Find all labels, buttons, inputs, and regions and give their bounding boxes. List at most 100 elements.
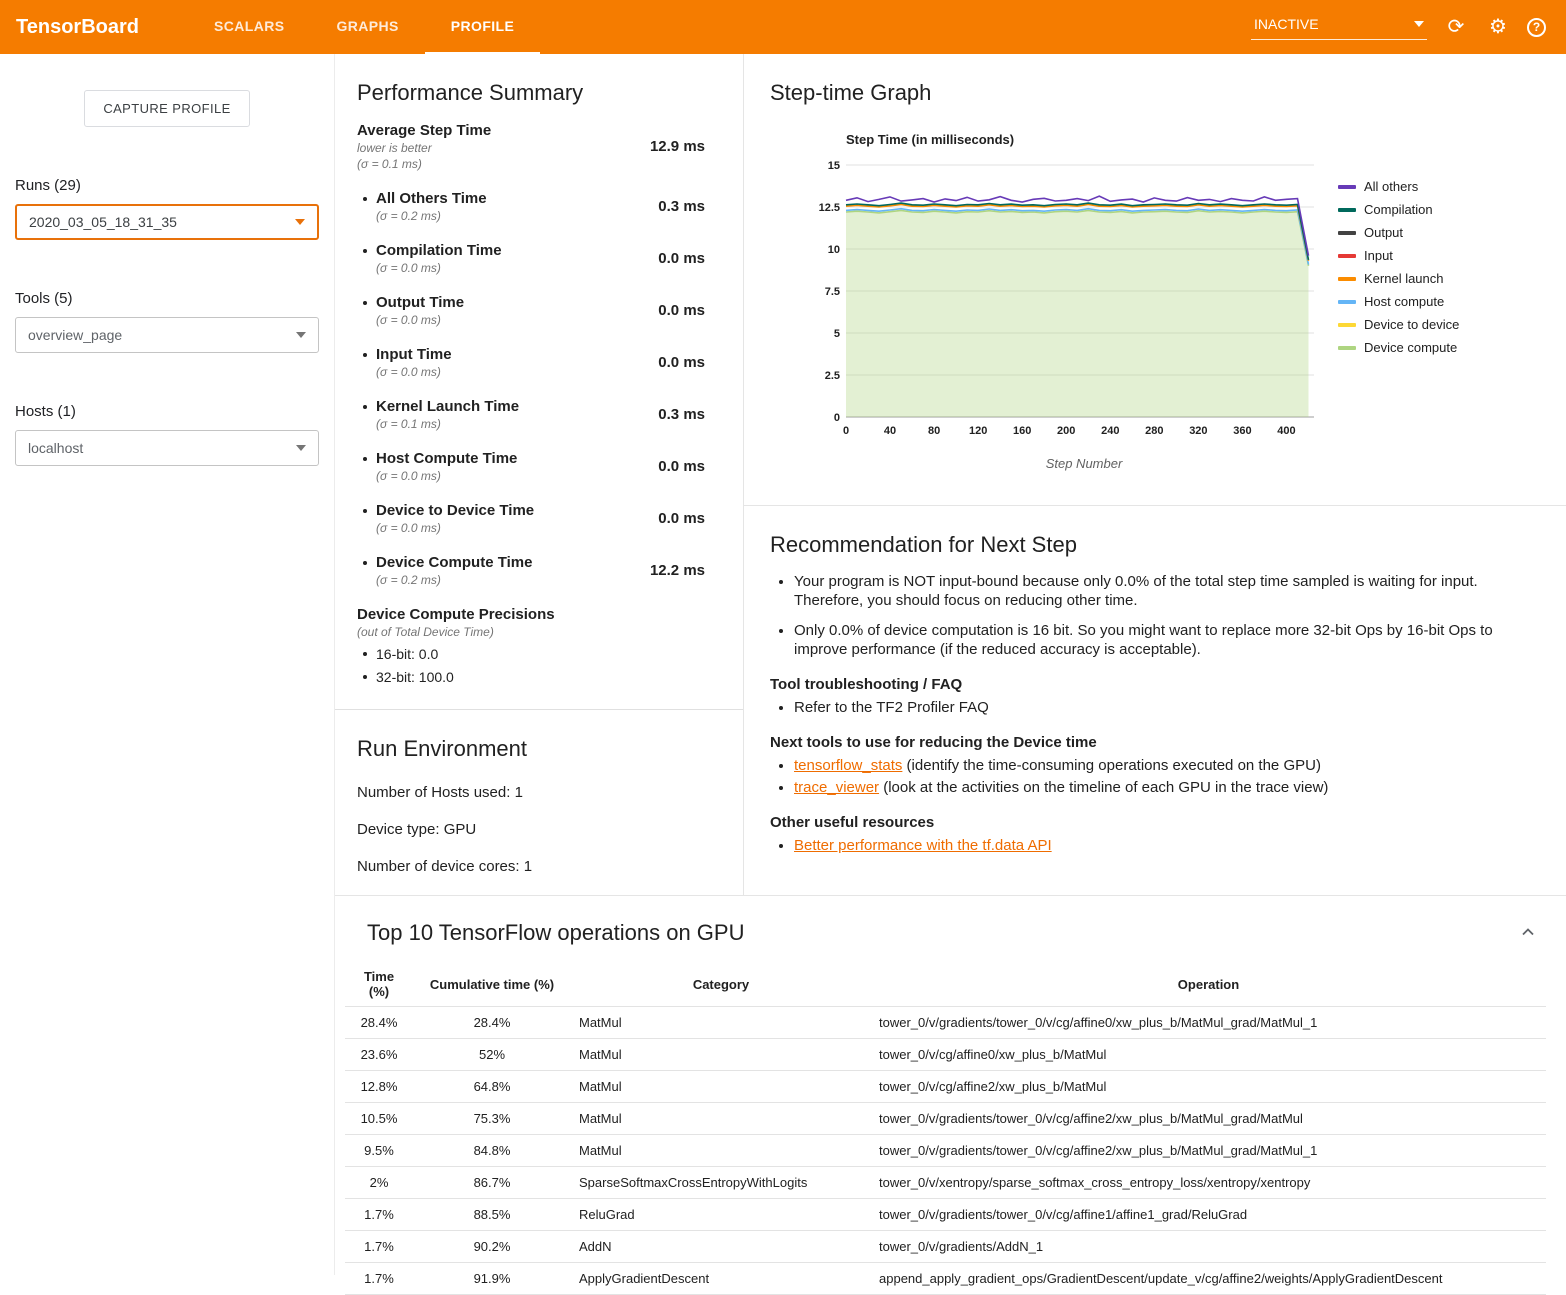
svg-text:120: 120	[969, 425, 987, 437]
recommendation-title: Recommendation for Next Step	[770, 532, 1520, 558]
hosts-dropdown[interactable]: localhost	[15, 430, 319, 466]
recommendation-link[interactable]: tensorflow_stats	[794, 757, 902, 774]
cell-operation: tower_0/v/cg/affine0/xw_plus_b/MatMul	[871, 1039, 1546, 1071]
cell-time: 10.5%	[345, 1103, 413, 1135]
metric-value: 0.0 ms	[658, 250, 705, 267]
svg-text:240: 240	[1101, 425, 1119, 437]
cell-operation: tower_0/v/gradients/tower_0/v/cg/affine0…	[871, 1007, 1546, 1039]
refresh-icon[interactable]: ⟳	[1443, 15, 1469, 39]
status-dropdown[interactable]: INACTIVE	[1251, 14, 1427, 40]
cell-category: ReluGrad	[571, 1199, 871, 1231]
svg-text:360: 360	[1233, 425, 1251, 437]
runs-label: Runs (29)	[15, 177, 334, 194]
help-icon[interactable]: ?	[1527, 18, 1546, 37]
svg-text:7.5: 7.5	[825, 286, 840, 298]
table-row: 1.7% 90.2% AddN tower_0/v/gradients/AddN…	[345, 1231, 1546, 1263]
cell-category: SparseSoftmaxCrossEntropyWithLogits	[571, 1167, 871, 1199]
table-row: 9.5% 84.8% MatMul tower_0/v/gradients/to…	[345, 1135, 1546, 1167]
metric-label: Device Compute Time	[376, 554, 532, 571]
tools-dropdown[interactable]: overview_page	[15, 317, 319, 353]
svg-text:12.5: 12.5	[819, 202, 840, 214]
right-column: Step-time Graph Step Time (in millisecon…	[744, 54, 1566, 895]
recommendation-group: Other useful resources Better performanc…	[770, 814, 1520, 855]
precisions-note: (out of Total Device Time)	[357, 625, 705, 639]
bullet-icon	[363, 561, 367, 565]
tab-profile[interactable]: PROFILE	[425, 0, 540, 54]
svg-text:40: 40	[884, 425, 896, 437]
header-tabs: SCALARSGRAPHSPROFILE	[188, 0, 540, 54]
legend-label: Device to device	[1364, 317, 1459, 332]
recommendation-card: Recommendation for Next Step Your progra…	[744, 506, 1566, 858]
metric-sigma: (σ = 0.0 ms)	[376, 521, 534, 535]
gear-icon[interactable]: ⚙	[1485, 15, 1511, 39]
table-row: 12.8% 64.8% MatMul tower_0/v/cg/affine2/…	[345, 1071, 1546, 1103]
legend-swatch-icon	[1338, 277, 1356, 281]
bullet-icon	[363, 405, 367, 409]
legend-item: Compilation	[1338, 202, 1459, 217]
metric-row: Device to Device Time (σ = 0.0 ms) 0.0 m…	[357, 502, 705, 535]
metric-label: Output Time	[376, 294, 464, 311]
metric-sigma: (σ = 0.0 ms)	[376, 261, 502, 275]
cell-time: 23.6%	[345, 1039, 413, 1071]
run-environment-title: Run Environment	[357, 736, 705, 762]
metric-label: Device to Device Time	[376, 502, 534, 519]
cell-category: MatMul	[571, 1071, 871, 1103]
svg-text:0: 0	[834, 412, 840, 424]
table-header-cell: Time (%)	[345, 962, 413, 1007]
dropdown-arrow-icon	[1414, 21, 1424, 27]
metric-label: Kernel Launch Time	[376, 398, 519, 415]
recommendation-link[interactable]: trace_viewer	[794, 779, 879, 796]
precision-item: 16-bit: 0.0	[357, 646, 705, 662]
precisions-items: 16-bit: 0.0 32-bit: 100.0	[357, 646, 705, 685]
environment-line: Number of device cores: 1	[357, 858, 705, 875]
recommendation-link[interactable]: Better performance with the tf.data API	[794, 837, 1052, 854]
recommendation-bullet: Only 0.0% of device computation is 16 bi…	[794, 621, 1520, 659]
cell-time: 2%	[345, 1167, 413, 1199]
precisions-title: Device Compute Precisions	[357, 606, 705, 623]
cell-operation: tower_0/v/gradients/tower_0/v/cg/affine2…	[871, 1103, 1546, 1135]
table-header-cell: Operation	[871, 962, 1546, 1007]
performance-summary-card: Performance Summary Average Step Time lo…	[335, 54, 744, 895]
precision-item: 32-bit: 100.0	[357, 669, 705, 685]
tools-label: Tools (5)	[15, 290, 334, 307]
status-dropdown-value: INACTIVE	[1254, 16, 1319, 32]
cell-cumulative: 88.5%	[413, 1199, 571, 1231]
metric-row: Output Time (σ = 0.0 ms) 0.0 ms	[357, 294, 705, 327]
table-header-row: Time (%)Cumulative time (%)CategoryOpera…	[345, 962, 1546, 1007]
cell-operation: append_apply_gradient_ops/GradientDescen…	[871, 1263, 1546, 1295]
environment-line: Number of Hosts used: 1	[357, 784, 705, 801]
runs-dropdown[interactable]: 2020_03_05_18_31_35	[15, 204, 319, 240]
svg-text:0: 0	[843, 425, 849, 437]
capture-profile-button[interactable]: CAPTURE PROFILE	[84, 90, 250, 127]
metric-row: All Others Time (σ = 0.2 ms) 0.3 ms	[357, 190, 705, 223]
metric-label: Average Step Time	[357, 122, 491, 139]
legend-label: All others	[1364, 179, 1418, 194]
average-step-time-row: Average Step Time lower is better (σ = 0…	[357, 122, 705, 171]
cell-cumulative: 75.3%	[413, 1103, 571, 1135]
cell-cumulative: 52%	[413, 1039, 571, 1071]
metric-value: 0.3 ms	[658, 198, 705, 215]
cell-time: 28.4%	[345, 1007, 413, 1039]
metric-value: 12.2 ms	[650, 562, 705, 579]
bullet-icon	[363, 197, 367, 201]
collapse-icon[interactable]	[1520, 924, 1536, 945]
tab-graphs[interactable]: GRAPHS	[310, 0, 424, 54]
cell-cumulative: 90.2%	[413, 1231, 571, 1263]
cell-time: 12.8%	[345, 1071, 413, 1103]
bullet-icon	[363, 509, 367, 513]
legend-swatch-icon	[1338, 208, 1356, 212]
svg-text:5: 5	[834, 328, 840, 340]
legend-item: Device to device	[1338, 317, 1459, 332]
tab-scalars[interactable]: SCALARS	[188, 0, 310, 54]
metric-value: 0.0 ms	[658, 458, 705, 475]
cell-cumulative: 28.4%	[413, 1007, 571, 1039]
legend-item: Output	[1338, 225, 1459, 240]
legend-label: Input	[1364, 248, 1393, 263]
recommendation-group-heading: Next tools to use for reducing the Devic…	[770, 734, 1520, 751]
legend-swatch-icon	[1338, 300, 1356, 304]
legend-label: Compilation	[1364, 202, 1433, 217]
app-title: TensorBoard	[16, 16, 188, 39]
table-row: 1.7% 91.9% ApplyGradientDescent append_a…	[345, 1263, 1546, 1295]
top-ops-title: Top 10 TensorFlow operations on GPU	[367, 920, 744, 946]
svg-text:280: 280	[1145, 425, 1163, 437]
